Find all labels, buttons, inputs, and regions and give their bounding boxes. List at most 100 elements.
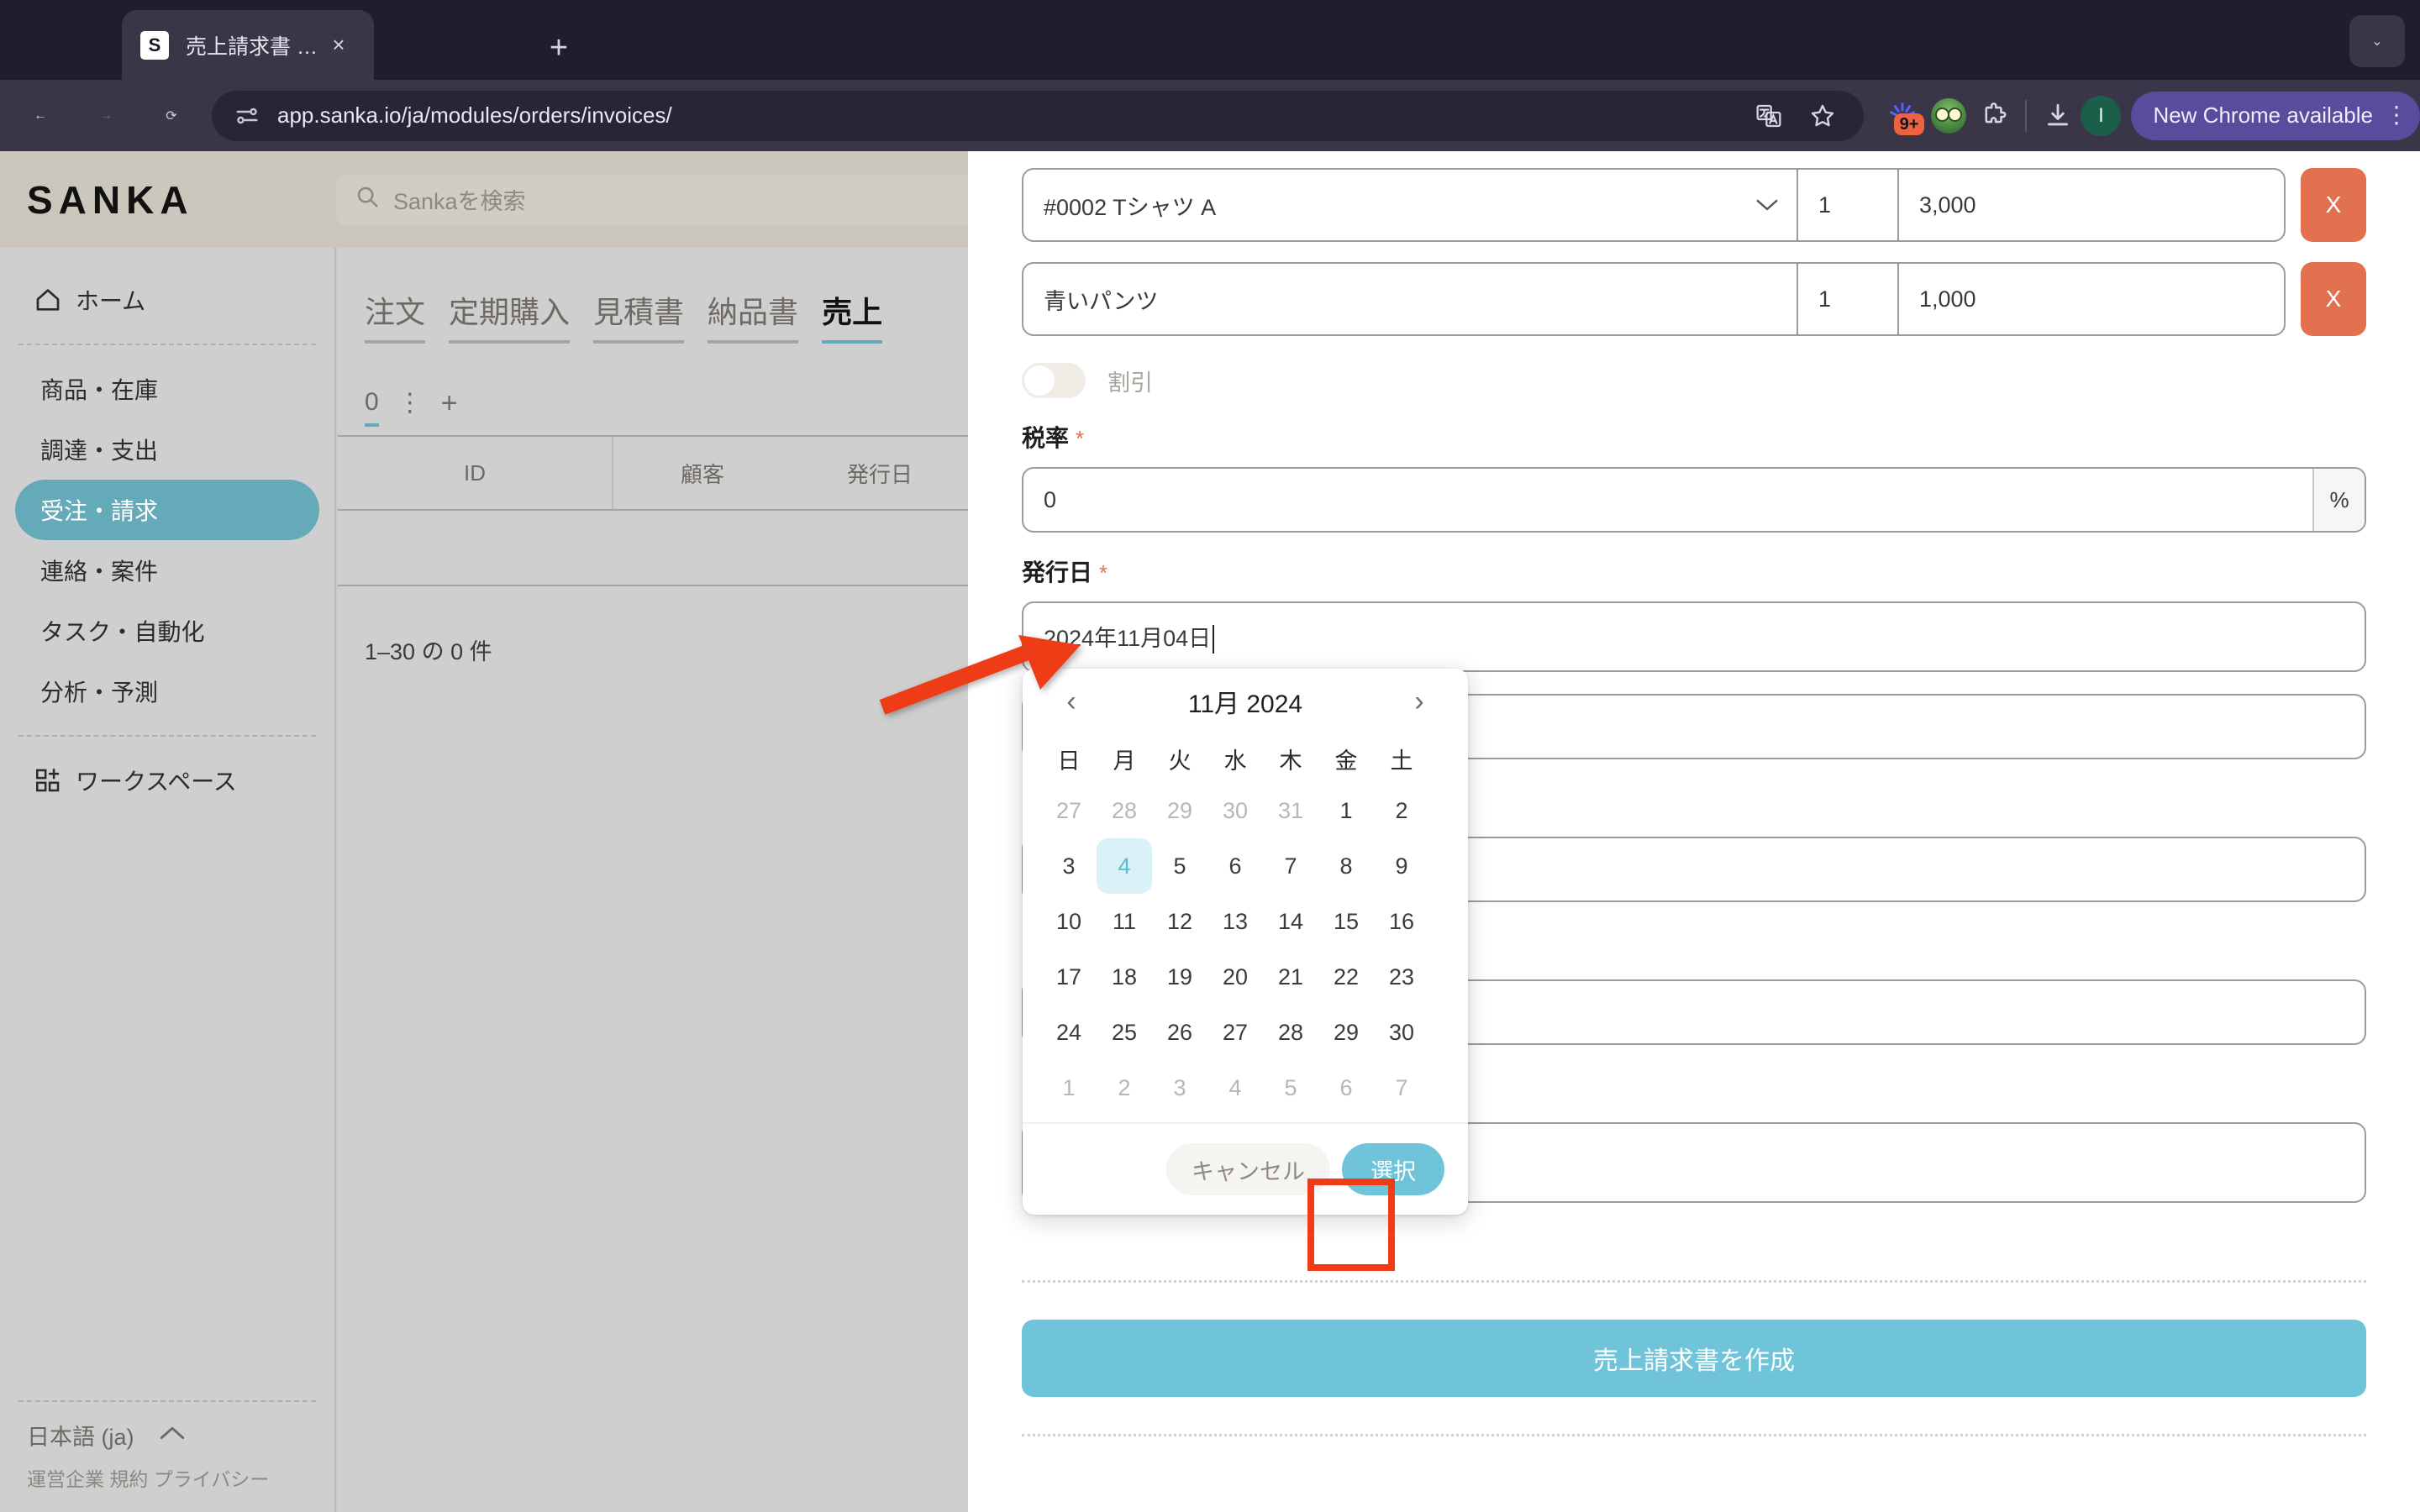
date-picker-day[interactable]: 18	[1097, 949, 1152, 1005]
browser-tab[interactable]: S 売上請求書 | Sanka ×	[122, 10, 374, 80]
puzzle-extensions-icon[interactable]	[1971, 93, 2017, 139]
date-picker-day[interactable]: 4	[1207, 1060, 1263, 1116]
view-menu-icon[interactable]: ⋮	[397, 396, 423, 417]
extension-notifications-icon[interactable]: 9+	[1879, 93, 1926, 139]
issue-date-input-wrapper[interactable]: 2024年11月04日	[1022, 601, 2366, 672]
date-picker-day[interactable]: 31	[1263, 783, 1318, 838]
view-tab-count[interactable]: 0	[365, 388, 379, 427]
date-picker-day[interactable]: 3	[1041, 838, 1097, 894]
date-picker-day[interactable]: 6	[1207, 838, 1263, 894]
line-item-product-select[interactable]: #0002 Tシャツ A	[1023, 170, 1754, 240]
site-settings-icon[interactable]	[230, 99, 264, 133]
date-picker-day[interactable]: 28	[1263, 1005, 1318, 1060]
date-picker-day[interactable]: 12	[1152, 894, 1207, 949]
date-picker-day[interactable]: 10	[1041, 894, 1097, 949]
date-picker-day[interactable]: 28	[1097, 783, 1152, 838]
sidebar-item-analytics[interactable]: 分析・予測	[15, 661, 319, 722]
date-picker-day[interactable]: 30	[1207, 783, 1263, 838]
date-picker-day[interactable]: 27	[1207, 1005, 1263, 1060]
close-icon[interactable]: ×	[322, 29, 355, 62]
chrome-update-button[interactable]: New Chrome available ⋮	[2131, 92, 2420, 140]
line-item-price-input[interactable]: 1,000	[1897, 264, 2284, 334]
date-picker-day[interactable]: 16	[1374, 894, 1429, 949]
sidebar-item-procurement[interactable]: 調達・支出	[15, 419, 319, 480]
forward-icon[interactable]: →	[81, 91, 131, 141]
date-picker-day[interactable]: 5	[1152, 838, 1207, 894]
next-month-icon[interactable]: ›	[1401, 683, 1438, 720]
date-picker-day[interactable]: 26	[1152, 1005, 1207, 1060]
sidebar-item-products[interactable]: 商品・在庫	[15, 359, 319, 419]
date-picker-day[interactable]: 22	[1318, 949, 1374, 1005]
new-tab-icon[interactable]: +	[538, 27, 580, 69]
create-invoice-button[interactable]: 売上請求書を作成	[1022, 1320, 2366, 1397]
date-picker-day[interactable]: 17	[1041, 949, 1097, 1005]
column-header-id[interactable]: ID	[338, 437, 613, 509]
date-picker-day[interactable]: 11	[1097, 894, 1152, 949]
download-icon[interactable]	[2035, 93, 2081, 139]
date-picker-day[interactable]: 7	[1374, 1060, 1429, 1116]
translate-icon[interactable]	[1746, 93, 1791, 139]
tab-orders[interactable]: 注文	[365, 288, 425, 344]
tab-delivery-notes[interactable]: 納品書	[708, 288, 798, 344]
date-picker-day[interactable]: 21	[1263, 949, 1318, 1005]
line-item-product-select[interactable]: 青いパンツ	[1023, 264, 1797, 334]
date-picker-day[interactable]: 20	[1207, 949, 1263, 1005]
tab-invoices[interactable]: 売上	[822, 288, 882, 344]
date-picker-day[interactable]: 4	[1097, 838, 1152, 894]
date-picker-day[interactable]: 25	[1097, 1005, 1152, 1060]
remove-line-item-button[interactable]: X	[2301, 168, 2366, 242]
reload-icon[interactable]: ⟳	[146, 91, 197, 141]
avatar[interactable]: I	[2081, 96, 2121, 136]
legal-links[interactable]: 運営企業 規約 プライバシー	[0, 1452, 334, 1492]
add-view-icon[interactable]: +	[441, 387, 458, 427]
browser-menu-icon[interactable]: ⋮	[2385, 108, 2408, 123]
sidebar-item-tasks[interactable]: タスク・自動化	[15, 601, 319, 661]
date-picker-day[interactable]: 2	[1374, 783, 1429, 838]
date-picker-confirm-button[interactable]: 選択	[1342, 1143, 1444, 1195]
tab-subscriptions[interactable]: 定期購入	[449, 288, 570, 344]
sidebar-item-contacts[interactable]: 連絡・案件	[15, 540, 319, 601]
prev-month-icon[interactable]: ‹	[1053, 683, 1090, 720]
date-picker-cancel-button[interactable]: キャンセル	[1166, 1143, 1330, 1195]
date-picker-day[interactable]: 29	[1318, 1005, 1374, 1060]
date-picker-day[interactable]: 7	[1263, 838, 1318, 894]
back-icon[interactable]: ←	[15, 91, 66, 141]
chevron-down-icon[interactable]: ⌄	[2349, 15, 2405, 67]
issue-date-input[interactable]: 2024年11月04日	[1023, 620, 2365, 654]
date-picker-day[interactable]: 6	[1318, 1060, 1374, 1116]
date-picker-day[interactable]: 3	[1152, 1060, 1207, 1116]
frog-extension-icon[interactable]	[1926, 93, 1971, 139]
date-picker-day[interactable]: 29	[1152, 783, 1207, 838]
date-picker-day[interactable]: 1	[1318, 783, 1374, 838]
date-picker-day[interactable]: 23	[1374, 949, 1429, 1005]
date-picker-day[interactable]: 13	[1207, 894, 1263, 949]
date-picker-day[interactable]: 9	[1374, 838, 1429, 894]
sidebar-item-home[interactable]: ホーム	[15, 270, 319, 330]
sidebar-item-orders-invoices[interactable]: 受注・請求	[15, 480, 319, 540]
discount-toggle[interactable]	[1022, 363, 1086, 398]
remove-line-item-button[interactable]: X	[2301, 262, 2366, 336]
chevron-down-icon[interactable]	[1754, 170, 1797, 240]
sidebar-item-workspace[interactable]: ワークスペース	[15, 750, 319, 811]
line-item-fields[interactable]: 青いパンツ 1 1,000	[1022, 262, 2286, 336]
date-picker-day[interactable]: 8	[1318, 838, 1374, 894]
date-picker-day[interactable]: 19	[1152, 949, 1207, 1005]
tab-quotations[interactable]: 見積書	[593, 288, 684, 344]
line-item-price-input[interactable]: 3,000	[1897, 170, 2284, 240]
line-item-fields[interactable]: #0002 Tシャツ A 1 3,000	[1022, 168, 2286, 242]
date-picker-day[interactable]: 5	[1263, 1060, 1318, 1116]
app-logo[interactable]: SANKA	[0, 177, 336, 223]
date-picker-day[interactable]: 2	[1097, 1060, 1152, 1116]
line-item-quantity-input[interactable]: 1	[1797, 264, 1897, 334]
column-header-customer[interactable]: 顧客	[613, 437, 792, 509]
date-picker-day[interactable]: 27	[1041, 783, 1097, 838]
date-picker-day[interactable]: 15	[1318, 894, 1374, 949]
language-selector[interactable]: 日本語 (ja)	[0, 1419, 334, 1452]
line-item-quantity-input[interactable]: 1	[1797, 170, 1897, 240]
column-header-issue-date[interactable]: 発行日	[792, 437, 968, 509]
date-picker-day[interactable]: 30	[1374, 1005, 1429, 1060]
tax-rate-input-wrapper[interactable]: 0 %	[1022, 467, 2366, 533]
address-bar[interactable]: app.sanka.io/ja/modules/orders/invoices/	[212, 91, 1864, 141]
bookmark-star-icon[interactable]	[1800, 93, 1845, 139]
date-picker-day[interactable]: 1	[1041, 1060, 1097, 1116]
